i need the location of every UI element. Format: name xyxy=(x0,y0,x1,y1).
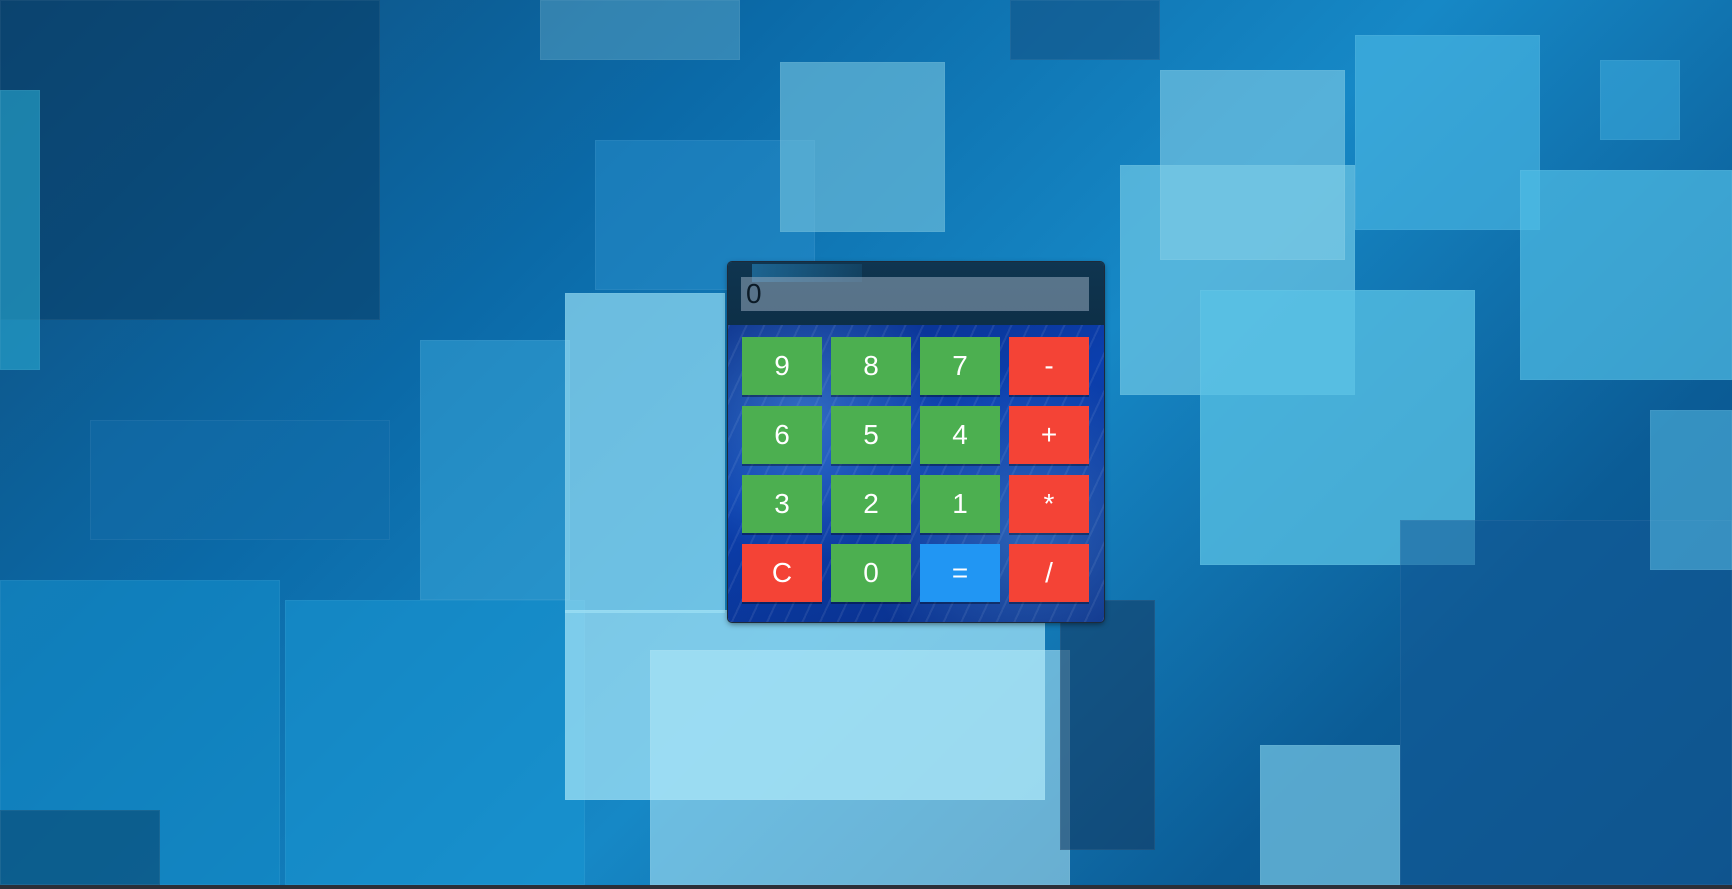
key-plus[interactable]: + xyxy=(1009,406,1089,464)
key-5[interactable]: 5 xyxy=(831,406,911,464)
key-3[interactable]: 3 xyxy=(742,475,822,533)
key-1[interactable]: 1 xyxy=(920,475,1000,533)
taskbar-edge xyxy=(0,885,1732,889)
key-2[interactable]: 2 xyxy=(831,475,911,533)
calculator-header xyxy=(728,262,1104,325)
key-0[interactable]: 0 xyxy=(831,544,911,602)
key-clear[interactable]: C xyxy=(742,544,822,602)
key-6[interactable]: 6 xyxy=(742,406,822,464)
key-multiply[interactable]: * xyxy=(1009,475,1089,533)
calculator: 9 8 7 - 6 5 4 + 3 2 1 * C 0 = / xyxy=(728,262,1104,622)
key-minus[interactable]: - xyxy=(1009,337,1089,395)
key-equals[interactable]: = xyxy=(920,544,1000,602)
key-7[interactable]: 7 xyxy=(920,337,1000,395)
key-4[interactable]: 4 xyxy=(920,406,1000,464)
key-9[interactable]: 9 xyxy=(742,337,822,395)
key-divide[interactable]: / xyxy=(1009,544,1089,602)
calculator-keypad: 9 8 7 - 6 5 4 + 3 2 1 * C 0 = / xyxy=(728,325,1104,622)
calculator-display[interactable] xyxy=(741,277,1089,311)
key-8[interactable]: 8 xyxy=(831,337,911,395)
